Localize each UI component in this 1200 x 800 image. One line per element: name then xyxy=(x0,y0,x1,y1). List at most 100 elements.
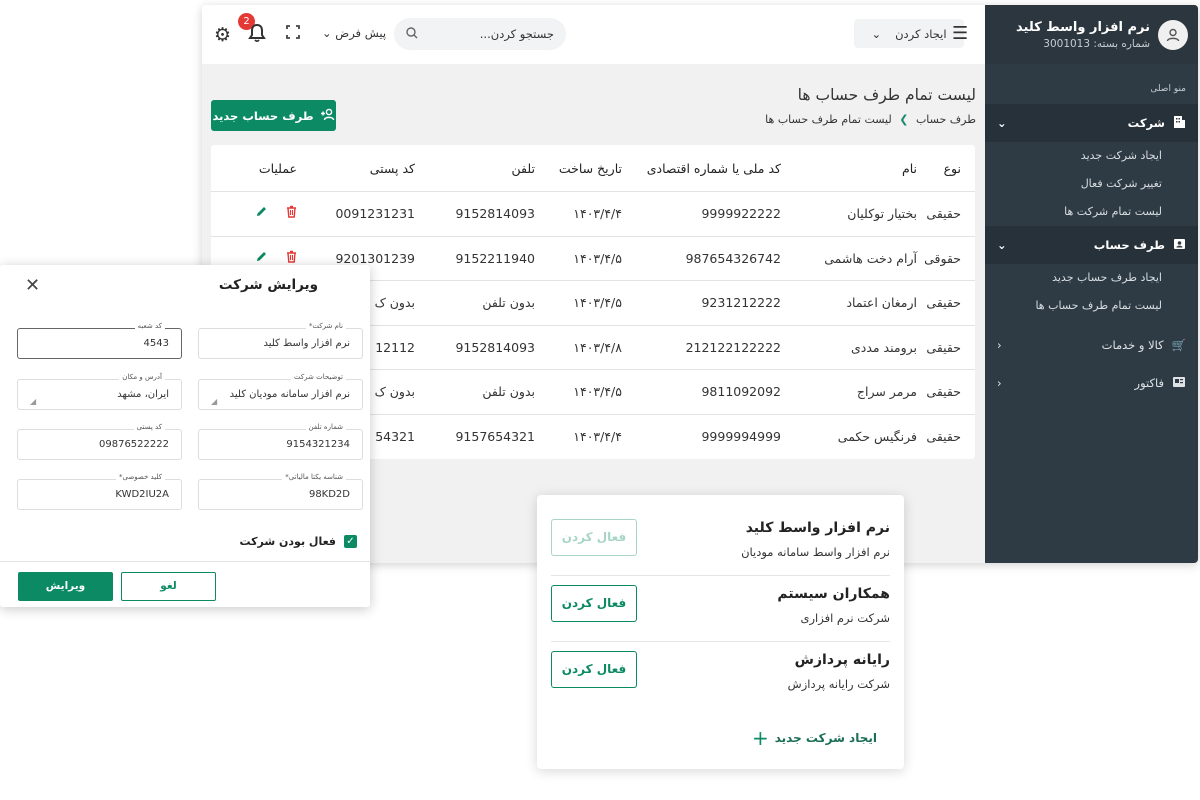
field-label: شناسه یکتا مالیاتی* xyxy=(282,473,346,481)
column-header-phone[interactable]: تلفن xyxy=(437,161,547,176)
sidebar-item-company-list[interactable]: لیست تمام شرکت ها xyxy=(985,198,1198,226)
postal-code-field[interactable]: کد پستی 09876522222 xyxy=(17,423,182,460)
page-title: لیست تمام طرف حساب ها xyxy=(797,86,976,104)
cell-name: فرنگیس حکمی xyxy=(837,429,917,445)
company-item: رایانه پردازش شرکت رایانه پردازش فعال کر… xyxy=(551,642,890,708)
company-switcher-card: نرم افزار واسط کلید نرم افزار واسط سامان… xyxy=(537,495,904,769)
sidebar-section-invoice[interactable]: فاکتور ‹ xyxy=(985,364,1198,402)
settings-gear-icon[interactable]: ⚙ xyxy=(214,24,231,46)
package-number: شماره بسته: 3001013 xyxy=(1043,37,1150,50)
address-field[interactable]: آدرس و مکان ایران، مشهد ◢ xyxy=(17,373,182,410)
column-header-postal-code[interactable]: کد پستی xyxy=(317,161,437,176)
search-input[interactable]: جستجو کردن... xyxy=(424,27,554,41)
field-value: 9154321234 xyxy=(286,439,350,450)
company-active-toggle[interactable]: ✓ فعال بودن شرکت xyxy=(239,535,357,548)
sidebar-section-company[interactable]: شرکت ⌄ xyxy=(985,104,1198,142)
company-name-field[interactable]: نام شرکت* نرم افزار واسط کلید xyxy=(198,322,363,359)
plus-icon: + xyxy=(751,726,769,750)
activate-company-button[interactable]: فعال کردن xyxy=(551,585,637,622)
new-account-party-label: طرف حساب جدید xyxy=(212,108,314,123)
create-dropdown-label: ایجاد کردن xyxy=(895,26,947,41)
notification-bell-icon[interactable] xyxy=(248,23,266,48)
field-label: آدرس و مکان xyxy=(119,373,165,381)
company-description: نرم افزار واسط سامانه مودیان xyxy=(741,545,890,559)
company-description-field[interactable]: توضیحات شرکت نرم افزار سامانه مودیان کلی… xyxy=(198,373,363,410)
table-row: حقیقی بختیار توکلیان 9999922222 ۱۴۰۳/۴/۴ 915… xyxy=(211,192,975,237)
default-profile-dropdown[interactable]: پیش فرض ⌄ xyxy=(322,26,386,40)
company-name: رایانه پردازش xyxy=(794,652,890,668)
cell-phone: 9152211940 xyxy=(455,250,535,266)
checkbox-checked-icon[interactable]: ✓ xyxy=(344,535,357,548)
column-header-national-code[interactable]: کد ملی یا شماره اقتصادی xyxy=(642,161,787,176)
company-name: نرم افزار واسط کلید xyxy=(745,520,890,536)
cell-type: حقیقی xyxy=(926,295,961,311)
sidebar: نرم افزار واسط کلید شماره بسته: 3001013 … xyxy=(985,5,1198,563)
sidebar-item-create-company[interactable]: ایجاد شرکت جدید xyxy=(985,142,1198,170)
column-header-name[interactable]: نام xyxy=(787,161,917,176)
branch-code-field[interactable]: کد شعبه 4543 xyxy=(17,322,182,359)
cell-national-code: 9999994999 xyxy=(701,429,781,445)
cell-phone: 9152814093 xyxy=(455,339,535,355)
delete-icon[interactable] xyxy=(286,205,297,222)
close-icon[interactable]: ✕ xyxy=(25,275,40,296)
sidebar-section-label: فاکتور xyxy=(1134,376,1164,390)
sidebar-item-change-active-company[interactable]: تغییر شرکت فعال xyxy=(985,170,1198,198)
cell-created-date: ۱۴۰۳/۴/۸ xyxy=(573,339,622,355)
edit-pencil-icon[interactable] xyxy=(255,205,268,222)
cell-name: آرام دخت هاشمی xyxy=(824,250,917,266)
column-header-created-date[interactable]: تاریخ ساخت xyxy=(547,161,642,176)
sidebar-header: نرم افزار واسط کلید شماره بسته: 3001013 xyxy=(985,5,1198,64)
contact-icon xyxy=(1173,237,1186,253)
breadcrumb-item[interactable]: طرف حساب xyxy=(916,113,976,126)
row-actions xyxy=(217,205,317,222)
cell-name: برومند مددی xyxy=(850,339,917,355)
chevron-down-icon: ⌄ xyxy=(871,26,882,41)
cell-type: حقوقی xyxy=(924,250,961,266)
hamburger-menu-icon[interactable]: ☰ xyxy=(952,23,968,44)
top-bar: ⚙ 2 پیش فرض ⌄ جستجو کردن... ایجاد کردن ⌄… xyxy=(202,5,985,64)
company-active-label: فعال بودن شرکت xyxy=(239,535,336,548)
cart-icon: 🛒 xyxy=(1171,338,1186,352)
create-new-company-link[interactable]: ایجاد شرکت جدید + xyxy=(752,726,877,750)
field-label: توضیحات شرکت xyxy=(290,373,346,381)
private-key-field[interactable]: کلید خصوصی* KWD2IU2A xyxy=(17,473,182,510)
field-value: KWD2IU2A xyxy=(115,489,169,500)
field-value: 4543 xyxy=(143,338,169,349)
fullscreen-icon[interactable] xyxy=(286,25,300,43)
edit-company-dialog: ویرایش شرکت ✕ نام شرکت* نرم افزار واسط ک… xyxy=(0,265,370,607)
activate-company-button[interactable]: فعال کردن xyxy=(551,519,637,556)
tax-id-field[interactable]: شناسه یکتا مالیاتی* 98KD2D xyxy=(198,473,363,510)
new-account-party-button[interactable]: طرف حساب جدید xyxy=(211,100,336,131)
resize-handle-icon[interactable]: ◢ xyxy=(211,397,217,406)
user-avatar-icon[interactable] xyxy=(1158,19,1188,50)
activate-company-button[interactable]: فعال کردن xyxy=(551,651,637,688)
search-box[interactable]: جستجو کردن... xyxy=(394,18,566,50)
breadcrumb-item: لیست تمام طرف حساب ها xyxy=(765,113,892,126)
field-label: کد پستی xyxy=(133,423,165,431)
cell-created-date: ۱۴۰۳/۴/۴ xyxy=(573,429,622,445)
sidebar-section-goods-services[interactable]: 🛒 کالا و خدمات ‹ xyxy=(985,326,1198,364)
company-description: شرکت نرم افزاری xyxy=(800,611,890,625)
resize-handle-icon[interactable]: ◢ xyxy=(30,397,36,406)
company-name: همکاران سیستم xyxy=(777,586,890,602)
phone-field[interactable]: شماره تلفن 9154321234 xyxy=(198,423,363,460)
table-header-row: نوع نام کد ملی یا شماره اقتصادی تاریخ سا… xyxy=(211,145,975,192)
column-header-type[interactable]: نوع xyxy=(917,161,975,176)
cancel-button[interactable]: لغو xyxy=(121,572,216,601)
cell-created-date: ۱۴۰۳/۴/۴ xyxy=(573,206,622,222)
field-value: ایران، مشهد xyxy=(117,389,169,400)
sidebar-section-account-party[interactable]: طرف حساب ⌄ xyxy=(985,226,1198,264)
sidebar-item-create-account-party[interactable]: ایجاد طرف حساب جدید xyxy=(985,264,1198,292)
cell-phone: 9157654321 xyxy=(455,429,535,445)
sidebar-section-label: کالا و خدمات xyxy=(1101,338,1164,352)
main-menu-label: منو اصلی xyxy=(1150,84,1186,94)
edit-submit-button[interactable]: ویرایش xyxy=(18,572,113,601)
chevron-left-icon: ‹ xyxy=(997,338,1002,352)
cell-national-code: 9999922222 xyxy=(701,206,781,222)
create-dropdown-button[interactable]: ایجاد کردن ⌄ xyxy=(854,19,964,48)
cell-name: ارمغان اعتماد xyxy=(846,295,917,311)
field-value: نرم افزار سامانه مودیان کلید xyxy=(229,389,350,400)
cell-created-date: ۱۴۰۳/۴/۵ xyxy=(573,384,622,400)
field-label: شماره تلفن xyxy=(305,423,346,431)
sidebar-item-account-party-list[interactable]: لیست تمام طرف حساب ها xyxy=(985,292,1198,320)
